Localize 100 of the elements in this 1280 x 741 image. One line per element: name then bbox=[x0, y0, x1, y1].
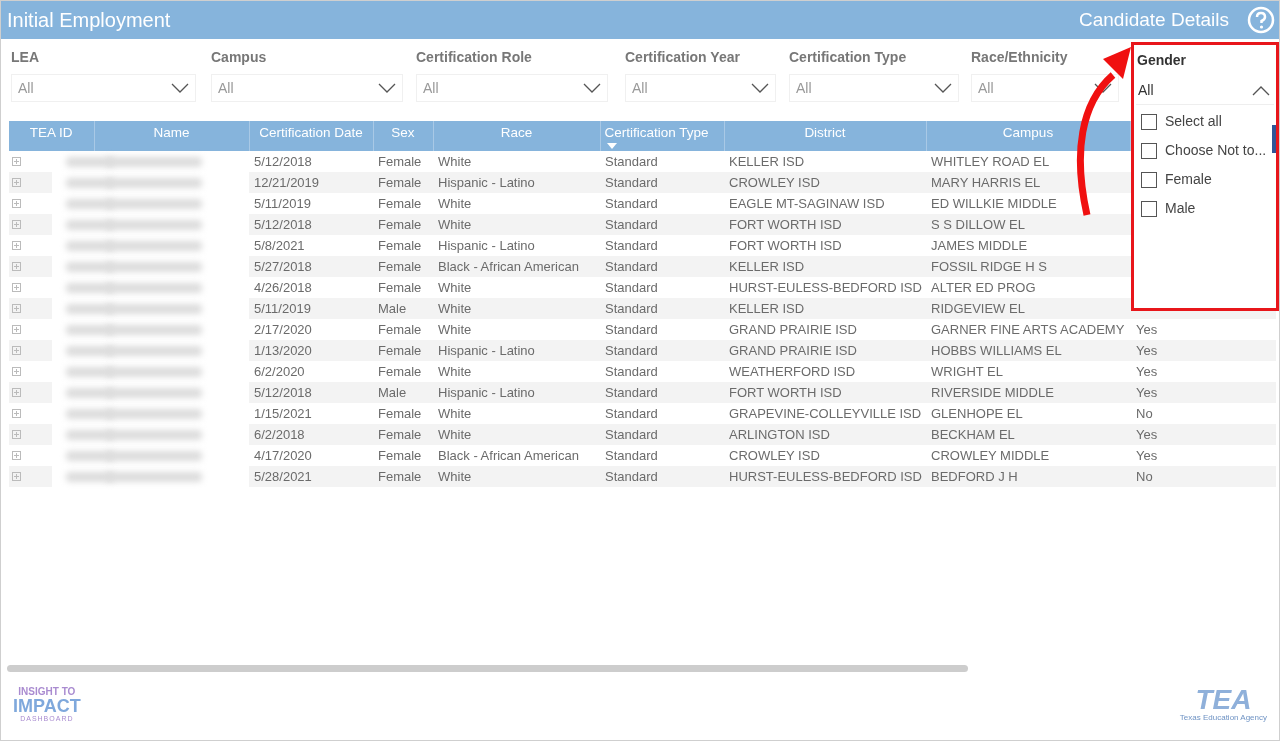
table-cell: Standard bbox=[600, 277, 724, 298]
table-cell: 5/12/2018 bbox=[249, 151, 373, 172]
expand-icon[interactable] bbox=[12, 430, 21, 439]
column-header[interactable]: Race bbox=[433, 121, 600, 151]
expand-icon[interactable] bbox=[12, 409, 21, 418]
table-cell: HURST-EULESS-BEDFORD ISD bbox=[724, 466, 926, 487]
expand-icon[interactable] bbox=[12, 388, 21, 397]
filter-dropdown[interactable]: All bbox=[789, 74, 959, 102]
checkbox[interactable] bbox=[1141, 113, 1157, 130]
table-cell: Black - African American bbox=[433, 445, 600, 466]
chevron-up-icon bbox=[1252, 85, 1270, 96]
chevron-down-icon bbox=[751, 83, 769, 93]
checkbox[interactable] bbox=[1141, 142, 1157, 159]
table-cell: 5/11/2019 bbox=[249, 193, 373, 214]
horizontal-scrollbar[interactable] bbox=[7, 665, 968, 672]
table-cell: KELLER ISD bbox=[724, 298, 926, 319]
filter-dropdown[interactable]: All bbox=[971, 74, 1119, 102]
expand-icon[interactable] bbox=[12, 220, 21, 229]
table-cell: White bbox=[433, 403, 600, 424]
table-cell: RIDGEVIEW EL bbox=[926, 298, 1130, 319]
expand-icon[interactable] bbox=[12, 178, 21, 187]
table-cell: Standard bbox=[600, 361, 724, 382]
column-header[interactable]: Certification Date bbox=[249, 121, 373, 151]
filter-label: Gender bbox=[1136, 51, 1187, 70]
filter-dropdown[interactable]: All bbox=[11, 74, 196, 102]
column-header[interactable]: Certification Type bbox=[600, 121, 724, 151]
table-cell: Yes bbox=[1130, 424, 1276, 445]
table-cell: WEATHERFORD ISD bbox=[724, 361, 926, 382]
table-cell: CROWLEY MIDDLE bbox=[926, 445, 1130, 466]
expand-icon[interactable] bbox=[12, 304, 21, 313]
table-cell: Female bbox=[373, 151, 433, 172]
column-header[interactable]: Campus bbox=[926, 121, 1130, 151]
chevron-down-icon bbox=[934, 83, 952, 93]
table-cell: Female bbox=[373, 214, 433, 235]
help-icon[interactable] bbox=[1247, 6, 1275, 34]
table-cell: Yes bbox=[1130, 340, 1276, 361]
table-cell: 1/13/2020 bbox=[249, 340, 373, 361]
column-header[interactable]: Sex bbox=[373, 121, 433, 151]
table-cell: ALTER ED PROG bbox=[926, 277, 1130, 298]
expand-icon[interactable] bbox=[12, 241, 21, 250]
filter-label: Certification Type bbox=[789, 48, 908, 67]
column-header[interactable]: Name bbox=[94, 121, 249, 151]
table-cell: Female bbox=[373, 361, 433, 382]
table-cell: Female bbox=[373, 277, 433, 298]
expand-icon[interactable] bbox=[12, 367, 21, 376]
column-header[interactable]: District bbox=[724, 121, 926, 151]
table-cell: Female bbox=[373, 172, 433, 193]
table-cell: Standard bbox=[600, 151, 724, 172]
table-cell: Standard bbox=[600, 235, 724, 256]
chevron-down-icon bbox=[378, 83, 396, 93]
table-cell: Black - African American bbox=[433, 256, 600, 277]
table-cell: 5/28/2021 bbox=[249, 466, 373, 487]
table-cell: Female bbox=[373, 424, 433, 445]
expand-icon[interactable] bbox=[12, 199, 21, 208]
checkbox[interactable] bbox=[1141, 200, 1157, 217]
table-cell: HOBBS WILLIAMS EL bbox=[926, 340, 1130, 361]
filter-label: Campus bbox=[211, 48, 268, 67]
table-cell: GLENHOPE EL bbox=[926, 403, 1130, 424]
expand-icon[interactable] bbox=[12, 157, 21, 166]
table-cell: Yes bbox=[1130, 445, 1276, 466]
scrollbar-thumb[interactable] bbox=[1272, 125, 1276, 153]
table-cell: Female bbox=[373, 319, 433, 340]
filter-dropdown[interactable]: All bbox=[211, 74, 403, 102]
table-cell: No bbox=[1130, 403, 1276, 424]
table-cell: BEDFORD J H bbox=[926, 466, 1130, 487]
expand-icon[interactable] bbox=[12, 283, 21, 292]
table-cell: HURST-EULESS-BEDFORD ISD bbox=[724, 277, 926, 298]
table-cell: No bbox=[1130, 466, 1276, 487]
column-header[interactable]: TEA ID bbox=[9, 121, 94, 151]
checkbox-option[interactable]: Male bbox=[1136, 194, 1274, 223]
checkbox-option[interactable]: Female bbox=[1136, 165, 1274, 194]
table-cell: Standard bbox=[600, 424, 724, 445]
table-cell: White bbox=[433, 193, 600, 214]
expand-icon[interactable] bbox=[12, 346, 21, 355]
expand-icon[interactable] bbox=[12, 325, 21, 334]
checkbox-option[interactable]: Choose Not to... bbox=[1136, 136, 1274, 165]
table-cell: Standard bbox=[600, 256, 724, 277]
filter-label: LEA bbox=[11, 48, 40, 67]
table-cell: Standard bbox=[600, 193, 724, 214]
checkbox[interactable] bbox=[1141, 171, 1157, 188]
table-cell: ARLINGTON ISD bbox=[724, 424, 926, 445]
table-cell: White bbox=[433, 298, 600, 319]
table-cell: 5/8/2021 bbox=[249, 235, 373, 256]
table-cell: White bbox=[433, 277, 600, 298]
chevron-down-icon bbox=[1094, 83, 1112, 93]
table-cell: White bbox=[433, 466, 600, 487]
checkbox-option[interactable]: Select all bbox=[1136, 107, 1274, 136]
table-cell: FORT WORTH ISD bbox=[724, 214, 926, 235]
expand-icon[interactable] bbox=[12, 472, 21, 481]
table-cell: Standard bbox=[600, 172, 724, 193]
table-cell: White bbox=[433, 361, 600, 382]
table-cell: BECKHAM EL bbox=[926, 424, 1130, 445]
table-cell: Yes bbox=[1130, 361, 1276, 382]
table-cell: 4/17/2020 bbox=[249, 445, 373, 466]
expand-icon[interactable] bbox=[12, 262, 21, 271]
filter-dropdown[interactable]: All bbox=[416, 74, 608, 102]
filter-dropdown[interactable]: All bbox=[625, 74, 776, 102]
filter-dropdown[interactable]: All bbox=[1136, 77, 1274, 105]
table-cell: GRAND PRAIRIE ISD bbox=[724, 340, 926, 361]
expand-icon[interactable] bbox=[12, 451, 21, 460]
